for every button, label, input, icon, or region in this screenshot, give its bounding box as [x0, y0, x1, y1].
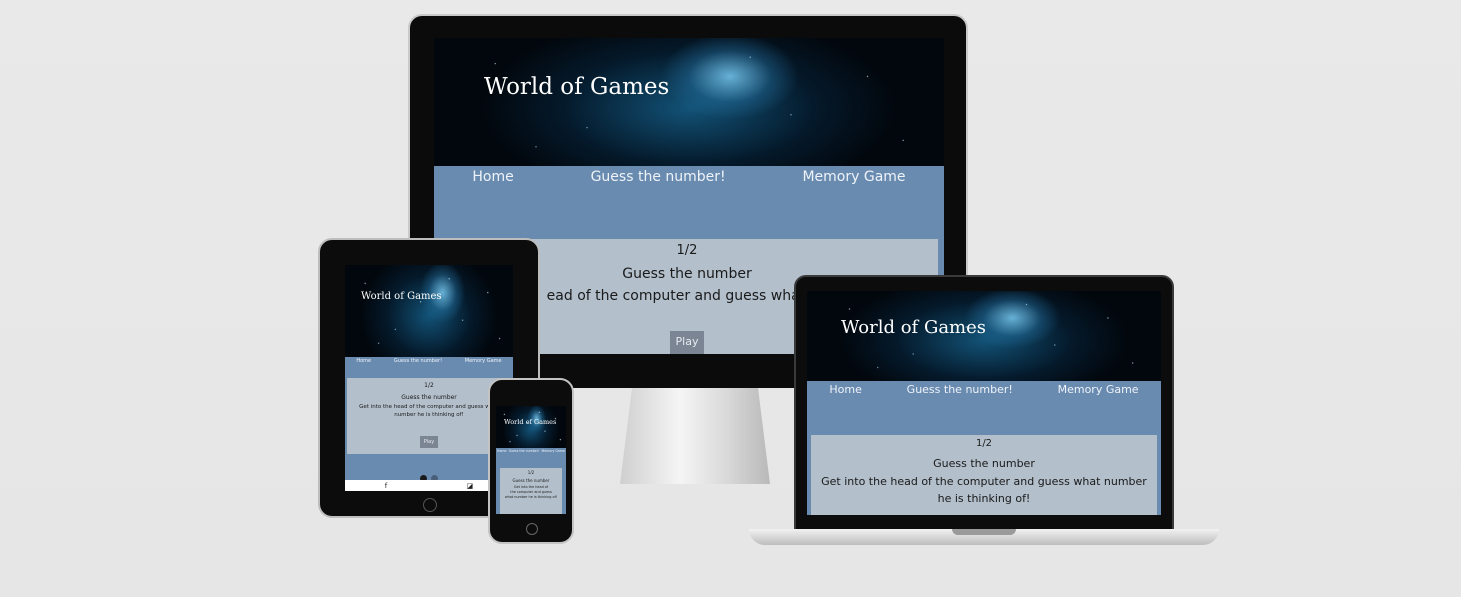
- game-description-line1: Get into the head of the computer and gu…: [359, 404, 499, 410]
- nav-memory-link[interactable]: Memory Game: [541, 449, 564, 463]
- nav-memory-link[interactable]: Memory Game: [1058, 383, 1139, 396]
- nav-home-link[interactable]: Home: [472, 169, 513, 185]
- nav-guess-link[interactable]: Guess the number!: [509, 449, 540, 463]
- play-button[interactable]: Play: [419, 436, 439, 448]
- site-title: World of Games: [361, 291, 442, 302]
- game-description-line2: number he is thinking of!: [394, 412, 464, 418]
- game-description-line1: Get into the head of the computer and gu…: [821, 475, 1147, 488]
- responsive-mockup: World of Games Home Guess the number! Me…: [0, 0, 1461, 597]
- play-button[interactable]: Play: [669, 331, 705, 354]
- hero-banner: World of Games: [345, 265, 513, 357]
- game-card: 1/2 Guess the number Get into the head o…: [811, 435, 1157, 515]
- laptop-notch: [952, 529, 1016, 535]
- main-nav: Home Guess the number! Memory Game: [807, 381, 1161, 396]
- tablet-home-button: [423, 498, 437, 512]
- nav-home-link[interactable]: Home: [497, 449, 506, 463]
- nav-memory-link[interactable]: Memory Game: [802, 169, 905, 185]
- social-icon[interactable]: ◪: [467, 482, 474, 490]
- laptop-screen: World of Games Home Guess the number! Me…: [807, 291, 1161, 515]
- game-description-line2: he is thinking of!: [937, 492, 1031, 505]
- main-nav: Home Guess the number! Memory Game: [434, 166, 944, 185]
- monitor-stand: [620, 388, 770, 484]
- facebook-icon[interactable]: f: [385, 482, 387, 490]
- progress-label: 1/2: [527, 470, 535, 475]
- nav-memory-link[interactable]: Memory Game: [465, 358, 502, 364]
- hero-banner: World of Games: [496, 406, 566, 448]
- phone-home-button: [526, 523, 538, 535]
- nav-guess-link[interactable]: Guess the number!: [591, 169, 726, 185]
- nav-home-link[interactable]: Home: [829, 383, 861, 396]
- nav-home-link[interactable]: Home: [356, 358, 371, 364]
- game-description-line3: what number he is thinking of!: [504, 495, 558, 499]
- game-title: Guess the number: [933, 457, 1035, 470]
- progress-label: 1/2: [975, 438, 993, 449]
- site-title: World of Games: [841, 317, 987, 338]
- nav-guess-link[interactable]: Guess the number!: [394, 358, 442, 364]
- game-card: 1/2 Guess the number Get into the head o…: [347, 378, 511, 454]
- game-title: Guess the number: [401, 394, 457, 401]
- site-title: World of Games: [504, 418, 557, 426]
- phone-screen: World of Games Home Guess the number! Me…: [496, 406, 566, 514]
- progress-label: 1/2: [424, 382, 434, 389]
- game-description-line1: Get into the head of: [513, 485, 549, 489]
- nav-guess-link[interactable]: Guess the number!: [907, 383, 1013, 396]
- hero-banner: World of Games: [807, 291, 1161, 381]
- main-nav: Home Guess the number! Memory Game: [496, 448, 566, 463]
- game-title: Guess the number: [512, 478, 550, 483]
- game-card: 1/2 Guess the number Get into the head o…: [500, 468, 562, 514]
- main-nav: Home Guess the number! Memory Game: [345, 357, 513, 364]
- hero-banner: World of Games: [434, 38, 944, 166]
- site-title: World of Games: [484, 74, 670, 100]
- game-description-line2: the computer and guess: [510, 490, 552, 494]
